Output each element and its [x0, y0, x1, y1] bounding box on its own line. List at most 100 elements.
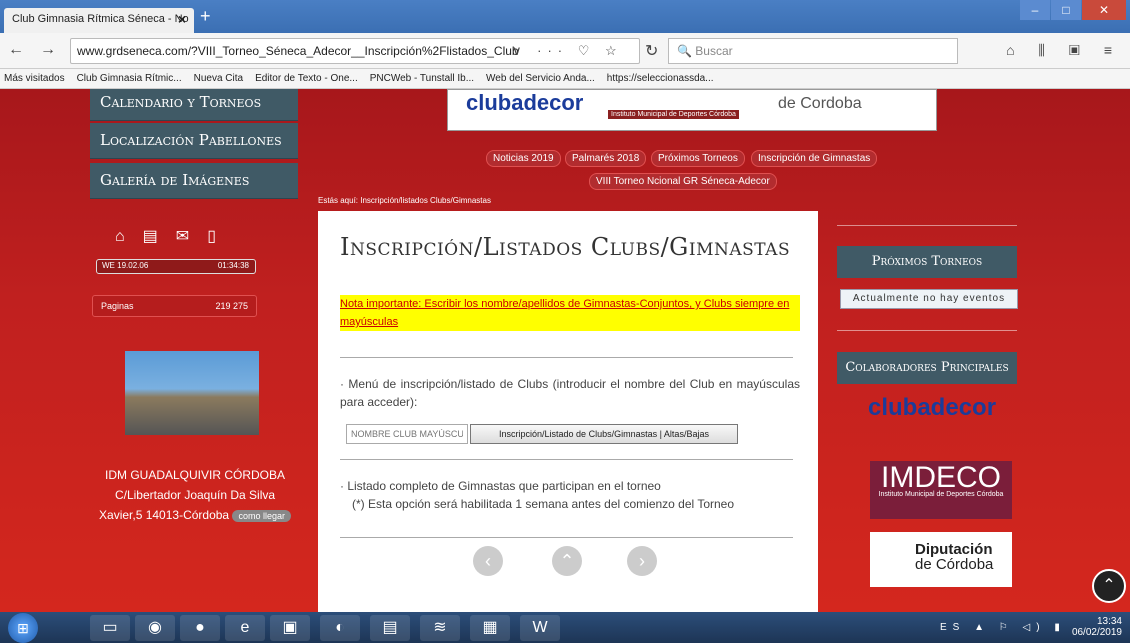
nav-noticias[interactable]: Noticias 2019: [486, 150, 561, 167]
imdeco-logo[interactable]: IMDECO Instituto Municipal de Deportes Có…: [870, 461, 1012, 519]
chrome-icon[interactable]: ●: [180, 615, 220, 641]
bookmark-item[interactable]: Club Gimnasia Rítmic...: [77, 73, 182, 84]
clock-time: 01:34:38: [217, 261, 249, 270]
list-text: · Listado completo de Gimnastas que part…: [340, 479, 661, 493]
banner-sub: Instituto Municipal de Deportes Córdoba: [608, 110, 739, 119]
app-icon[interactable]: ▣: [270, 615, 310, 641]
scroll-top-icon[interactable]: ⌃: [1092, 569, 1126, 603]
navigation-bar: ← → www.grdseneca.com/?VIII_Torneo_Sénec…: [0, 33, 1130, 69]
taskbar: ⊞ ▭ ◉ ● e ▣ ◐ ▤ ≋ ▦ W ES ▲ ⚐ ◁) ▮ 13:34 …: [0, 612, 1130, 643]
divider: [837, 330, 1017, 331]
no-events-text: Actualmente no hay eventos: [840, 289, 1018, 309]
clock-date: 19.02.06: [117, 261, 149, 270]
club-name-input[interactable]: [346, 424, 468, 444]
minimize-icon[interactable]: –: [1020, 0, 1050, 20]
lang-indicator[interactable]: ES: [940, 622, 965, 633]
address-line2: Xavier,5 14013-Córdoba: [99, 508, 230, 522]
explorer-icon[interactable]: ▭: [90, 615, 130, 641]
divider: [340, 357, 793, 358]
up-arrow-icon[interactable]: ⌃: [552, 546, 582, 576]
close-tab-icon[interactable]: ×: [178, 11, 186, 27]
search-placeholder: Buscar: [695, 44, 733, 58]
gymnasts-list-info: · Listado completo de Gimnastas que part…: [340, 477, 734, 513]
colaboradores-heading: Colaboradores Principales: [837, 352, 1017, 384]
url-text: www.grdseneca.com/?VIII_Torneo_Séneca_Ad…: [77, 44, 519, 58]
page-title: Inscripción/Listados Clubs/Gimnastas: [340, 233, 791, 261]
web-page: Calendario y Torneos Localización Pabell…: [0, 89, 1130, 612]
banner-right: de Cordoba: [778, 95, 862, 112]
nav-proximos[interactable]: Próximos Torneos: [651, 150, 745, 167]
maximize-icon[interactable]: □: [1051, 0, 1081, 20]
toolbar-icons[interactable]: ⌂ ⫼ ▣ ≡: [1006, 42, 1122, 59]
address-line1: C/Libertador Joaquín Da Silva: [114, 488, 276, 502]
menu-calendario[interactable]: Calendario y Torneos: [90, 89, 298, 121]
browser-tab[interactable]: Club Gimnasia Rítmica Séneca - No ×: [4, 8, 194, 33]
back-icon[interactable]: ←: [8, 41, 24, 59]
clock-tray[interactable]: 13:34 06/02/2019: [1072, 616, 1122, 638]
tray-time: 13:34: [1096, 616, 1122, 627]
app-icon[interactable]: ▤: [370, 615, 410, 641]
page-counter: Paginas 219 275: [92, 295, 257, 317]
venue-name: IDM GUADALQUIVIR CÓRDOBA: [104, 468, 286, 482]
start-icon[interactable]: ⊞: [8, 613, 38, 643]
bookmark-item[interactable]: Editor de Texto - One...: [255, 73, 358, 84]
list-note: (*) Esta opción será habilitada 1 semana…: [352, 497, 735, 511]
sponsor-banner: clubadecor Instituto Municipal de Deport…: [447, 89, 937, 131]
menu-galeria[interactable]: Galería de Imágenes: [90, 163, 298, 199]
mail-icon[interactable]: ✉: [176, 228, 207, 245]
bookmark-item[interactable]: Nueva Cita: [194, 73, 243, 84]
imdeco-text: IMDECO: [881, 461, 1001, 494]
reload-icon[interactable]: ↻: [645, 41, 658, 61]
word-icon[interactable]: W: [520, 615, 560, 641]
counter-value: 219 275: [215, 301, 248, 311]
new-tab-icon[interactable]: +: [200, 6, 211, 27]
utility-icons: ⌂▤✉▯: [115, 226, 234, 246]
bookmark-item[interactable]: Web del Servicio Anda...: [486, 73, 595, 84]
spotify-icon[interactable]: ≋: [420, 615, 460, 641]
search-input[interactable]: 🔍 Buscar: [668, 38, 958, 64]
map-button[interactable]: como llegar: [232, 510, 291, 522]
nav-torneo[interactable]: VIII Torneo Ncional GR Séneca-Adecor: [589, 173, 777, 190]
tray-date: 06/02/2019: [1071, 627, 1122, 638]
clock-day: WE: [102, 261, 115, 270]
bookmark-item[interactable]: PNCWeb - Tunstall Ib...: [370, 73, 474, 84]
browser-tab-bar: Club Gimnasia Rítmica Séneca - No × + – □…: [0, 0, 1130, 33]
nav-inscripcion[interactable]: Inscripción de Gimnastas: [751, 150, 878, 167]
clock-widget: WE 19.02.06 01:34:38: [96, 259, 256, 274]
url-actions-icons[interactable]: ∨ ··· ♡ ☆: [512, 43, 623, 59]
bookmarks-bar: Más visitados Club Gimnasia Rítmic... Nu…: [0, 69, 1130, 89]
bookmark-item[interactable]: Más visitados: [4, 73, 65, 84]
club-menu-text: · Menú de inscripción/listado de Clubs (…: [340, 377, 800, 409]
tab-title: Club Gimnasia Rítmica Séneca - No: [12, 13, 189, 25]
forward-icon[interactable]: →: [40, 41, 56, 59]
close-window-icon[interactable]: ✕: [1082, 0, 1126, 20]
club-access-button[interactable]: Inscripción/Listado de Clubs/Gimnastas |…: [470, 424, 738, 444]
firefox-icon[interactable]: ◉: [135, 615, 175, 641]
cordoba-text: de Córdoba: [915, 556, 994, 573]
banner-brand: clubadecor: [466, 90, 584, 115]
nav-palmares[interactable]: Palmarés 2018: [565, 150, 647, 167]
bookmark-item[interactable]: https://seleccionassda...: [607, 73, 714, 84]
next-arrow-icon[interactable]: ›: [627, 546, 657, 576]
home-icon[interactable]: ⌂: [115, 228, 143, 245]
divider: [340, 459, 793, 460]
menu-localizacion[interactable]: Localización Pabellones: [90, 123, 298, 159]
tray-icons: ES ▲ ⚐ ◁) ▮: [940, 622, 1066, 633]
ie-icon[interactable]: e: [225, 615, 265, 641]
print-icon[interactable]: ▤: [143, 228, 176, 245]
clubadecor-logo[interactable]: clubadecor: [868, 394, 996, 422]
divider: [837, 225, 1017, 226]
document-icon[interactable]: ▯: [207, 228, 234, 245]
app-icon[interactable]: ◐: [320, 615, 360, 641]
breadcrumb: Estás aquí: Inscripción/listados Clubs/G…: [318, 196, 491, 205]
diputacion-logo[interactable]: Diputación de Córdoba: [870, 532, 1012, 587]
diputacion-text: Diputación: [915, 541, 993, 558]
important-note: Nota importante: Escribir los nombre/ape…: [340, 295, 800, 331]
divider: [340, 537, 793, 538]
pavilion-photo: [125, 351, 259, 435]
window-controls: – □ ✕: [1019, 0, 1126, 20]
app-icon[interactable]: ▦: [470, 615, 510, 641]
address-block: IDM GUADALQUIVIR CÓRDOBA C/Libertador Jo…: [90, 465, 300, 526]
prev-arrow-icon[interactable]: ‹: [473, 546, 503, 576]
counter-label: Paginas: [101, 301, 134, 311]
